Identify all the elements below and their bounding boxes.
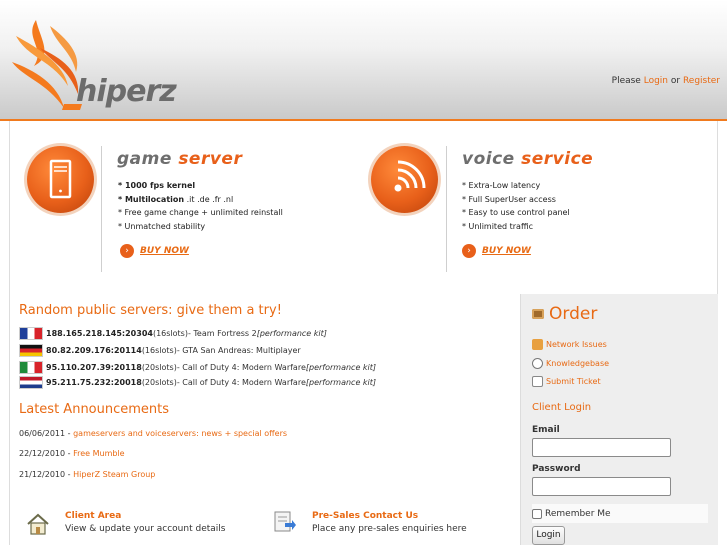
title-part1: game bbox=[117, 149, 172, 169]
flag-france-icon bbox=[19, 327, 43, 340]
announcement-item: 21/12/2010 - HiperZ Steam Group bbox=[19, 470, 155, 479]
broadcast-icon bbox=[371, 146, 438, 213]
password-field[interactable] bbox=[532, 477, 671, 496]
bullet-item: * Extra-Low latency bbox=[462, 181, 541, 190]
submit-ticket-link[interactable]: Submit Ticket bbox=[546, 377, 601, 386]
server-game: - Call of Duty 4: Modern Warfare bbox=[176, 378, 306, 387]
bullet-item: * Unmatched stability bbox=[118, 221, 206, 231]
sidebar-item-network-issues[interactable]: Network Issues bbox=[532, 339, 607, 350]
order-heading: Order bbox=[532, 304, 597, 324]
login-or: or bbox=[668, 76, 683, 86]
password-label: Password bbox=[532, 464, 581, 474]
bullet-item: * Multilocation .it .de .fr .nl bbox=[118, 194, 234, 204]
bullet-item: * 1000 fps kernel bbox=[118, 181, 196, 190]
presales-desc: Place any pre-sales enquiries here bbox=[312, 524, 467, 534]
form-arrow-icon[interactable] bbox=[273, 510, 297, 534]
login-button[interactable]: Login bbox=[532, 526, 565, 545]
email-label: Email bbox=[532, 425, 560, 435]
server-tower-icon bbox=[27, 146, 94, 213]
bullet-item: * Unlimited traffic bbox=[462, 221, 534, 231]
server-row[interactable]: 188.165.218.145:20304 (16slots) - Team F… bbox=[19, 327, 327, 340]
game-server-bullets: * 1000 fps kernel * Multilocation .it .d… bbox=[118, 179, 283, 233]
servers-title: Random public servers: give them a try! bbox=[19, 303, 282, 318]
server-kit: [performance kit] bbox=[305, 363, 377, 372]
sidebar-item-knowledgebase[interactable]: Knowledgebase bbox=[532, 358, 609, 369]
flag-italy-icon bbox=[19, 361, 43, 374]
announcement-date: 06/06/2011 - bbox=[19, 429, 74, 438]
game-server-title: game server bbox=[117, 149, 242, 169]
box-icon bbox=[532, 309, 544, 319]
login-prefix: Please bbox=[611, 76, 644, 86]
server-address: 95.110.207.39:20118 bbox=[46, 363, 142, 372]
server-kit: [performance kit] bbox=[305, 378, 377, 387]
chevron-right-icon: › bbox=[462, 244, 476, 258]
house-icon[interactable] bbox=[26, 512, 50, 536]
server-game: - Team Fortress 2 bbox=[187, 329, 257, 338]
game-server-feature: game server * 1000 fps kernel * Multiloc… bbox=[27, 146, 357, 272]
register-link[interactable]: Register bbox=[683, 76, 720, 86]
client-area-title[interactable]: Client Area bbox=[65, 511, 225, 521]
bullet-item: * Full SuperUser access bbox=[462, 194, 556, 204]
server-kit: [performance kit] bbox=[256, 329, 327, 338]
server-slots: (16slots) bbox=[152, 329, 188, 338]
announcement-item: 22/12/2010 - Free Mumble bbox=[19, 449, 125, 458]
server-slots: (20slots) bbox=[141, 378, 177, 387]
email-field[interactable] bbox=[532, 438, 671, 457]
buy-now-link[interactable]: BUY NOW bbox=[140, 246, 189, 256]
server-address: 80.82.209.176:20114 bbox=[46, 346, 142, 355]
server-address: 95.211.75.232:20018 bbox=[46, 378, 142, 387]
feature-divider bbox=[446, 146, 447, 272]
presales-contact-link[interactable]: Pre-Sales Contact Us Place any pre-sales… bbox=[312, 511, 467, 534]
client-login-title: Client Login bbox=[532, 402, 592, 413]
sidebar: Order Network Issues Knowledgebase Submi… bbox=[520, 294, 718, 545]
presales-title[interactable]: Pre-Sales Contact Us bbox=[312, 511, 467, 521]
order-title: Order bbox=[549, 304, 598, 324]
voice-service-bullets: * Extra-Low latency * Full SuperUser acc… bbox=[462, 179, 570, 233]
voice-service-title: voice service bbox=[462, 149, 593, 169]
server-row[interactable]: 80.82.209.176:20114 (16slots) - GTA San … bbox=[19, 344, 301, 357]
logo-text: hiperz bbox=[76, 74, 177, 109]
remember-me[interactable]: Remember Me bbox=[532, 504, 708, 523]
feature-divider bbox=[101, 146, 102, 272]
bullet-item: * Easy to use control panel bbox=[462, 208, 570, 217]
flag-germany-icon bbox=[19, 344, 43, 357]
voice-service-feature: voice service * Extra-Low latency * Full… bbox=[371, 146, 701, 272]
announcement-link[interactable]: HiperZ Steam Group bbox=[73, 470, 155, 479]
network-icon bbox=[532, 339, 543, 350]
server-row[interactable]: 95.110.207.39:20118 (20slots) - Call of … bbox=[19, 361, 376, 374]
announcement-link[interactable]: Free Mumble bbox=[73, 449, 125, 458]
title-part2: server bbox=[178, 149, 243, 169]
server-row[interactable]: 95.211.75.232:20018 (20slots) - Call of … bbox=[19, 376, 376, 389]
bullet-item: * Free game change + unlimited reinstall bbox=[118, 208, 283, 217]
site-header: hiperz Please Login or Register bbox=[0, 0, 727, 120]
remember-checkbox[interactable] bbox=[532, 508, 542, 519]
server-slots: (16slots) bbox=[141, 346, 177, 355]
game-buy-now[interactable]: › BUY NOW bbox=[120, 244, 189, 258]
client-area-desc: View & update your account details bbox=[65, 524, 226, 534]
server-game: - Call of Duty 4: Modern Warfare bbox=[176, 363, 306, 372]
knowledgebase-link[interactable]: Knowledgebase bbox=[546, 359, 609, 368]
flag-netherlands-icon bbox=[19, 376, 43, 389]
chevron-right-icon: › bbox=[120, 244, 134, 258]
buy-now-link[interactable]: BUY NOW bbox=[482, 246, 531, 256]
server-address: 188.165.218.145:20304 bbox=[46, 329, 153, 338]
announcement-item: 06/06/2011 - gameservers and voiceserver… bbox=[19, 429, 287, 438]
announcement-date: 21/12/2010 - bbox=[19, 470, 74, 479]
login-prompt: Please Login or Register bbox=[612, 76, 720, 86]
client-area-link[interactable]: Client Area View & update your account d… bbox=[65, 511, 225, 534]
announcement-link[interactable]: gameservers and voiceservers: news + spe… bbox=[73, 429, 287, 438]
server-slots: (20slots) bbox=[141, 363, 177, 372]
magnifier-icon bbox=[532, 358, 543, 369]
remember-label: Remember Me bbox=[545, 508, 611, 519]
server-game: - GTA San Andreas: Multiplayer bbox=[176, 346, 301, 355]
title-part2: service bbox=[521, 149, 594, 169]
voice-buy-now[interactable]: › BUY NOW bbox=[462, 244, 531, 258]
title-part1: voice bbox=[462, 149, 515, 169]
announcement-date: 22/12/2010 - bbox=[19, 449, 74, 458]
network-issues-link[interactable]: Network Issues bbox=[546, 340, 607, 349]
announcements-title: Latest Announcements bbox=[19, 402, 170, 417]
sidebar-item-submit-ticket[interactable]: Submit Ticket bbox=[532, 376, 601, 387]
ticket-icon bbox=[532, 376, 543, 387]
login-link[interactable]: Login bbox=[644, 76, 668, 86]
